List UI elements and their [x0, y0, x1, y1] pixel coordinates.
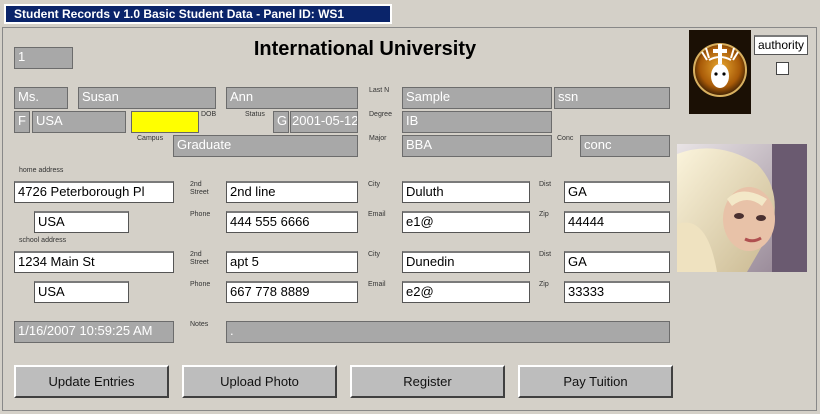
- first-name-field[interactable]: Susan: [78, 87, 216, 109]
- home-street2-label: 2nd Street: [190, 181, 209, 196]
- upload-photo-button[interactable]: Upload Photo: [182, 365, 337, 398]
- school-zip-field[interactable]: 33333: [564, 281, 670, 303]
- conc-field[interactable]: conc: [580, 135, 670, 157]
- title-field[interactable]: Ms.: [14, 87, 68, 109]
- home-zip-label: Zip: [539, 211, 549, 218]
- dob-label: DOB: [201, 111, 217, 118]
- middle-name-field[interactable]: Ann: [226, 87, 358, 109]
- student-records-window: Student Records v 1.0 Basic Student Data…: [0, 0, 820, 414]
- update-entries-button[interactable]: Update Entries: [14, 365, 169, 398]
- school-city-label: City: [368, 251, 381, 258]
- major-field[interactable]: BBA: [402, 135, 552, 157]
- school-phone-label: Phone: [190, 281, 211, 288]
- school-email-field[interactable]: e2@: [402, 281, 530, 303]
- campus-field[interactable]: Graduate: [173, 135, 358, 157]
- dob-field[interactable]: [131, 111, 199, 133]
- conc-label: Conc: [557, 135, 574, 142]
- record-number: 1: [14, 47, 73, 69]
- home-zip-field[interactable]: 44444: [564, 211, 670, 233]
- date-field[interactable]: 2001-05-12: [290, 111, 358, 133]
- school-zip-label: Zip: [539, 281, 549, 288]
- school-address-label: school address: [19, 237, 67, 244]
- home-phone-label: Phone: [190, 211, 211, 218]
- home-dist-label: Dist: [539, 181, 552, 188]
- last-name-label: Last N: [369, 87, 390, 94]
- notes-label: Notes: [190, 321, 209, 328]
- campus-label: Campus: [137, 135, 164, 142]
- timestamp-field: 1/16/2007 10:59:25 AM: [14, 321, 174, 343]
- home-city-field[interactable]: Duluth: [402, 181, 530, 203]
- major-label: Major: [369, 135, 387, 142]
- home-country-field[interactable]: USA: [34, 211, 129, 233]
- home-dist-field[interactable]: GA: [564, 181, 670, 203]
- school-city-field[interactable]: Dunedin: [402, 251, 530, 273]
- authority-checkbox[interactable]: [776, 62, 789, 75]
- home-email-label: Email: [368, 211, 386, 218]
- last-name-field[interactable]: Sample: [402, 87, 552, 109]
- home-phone-field[interactable]: 444 555 6666: [226, 211, 358, 233]
- school-dist-label: Dist: [539, 251, 552, 258]
- university-name: International University: [253, 38, 477, 60]
- status-field[interactable]: G: [273, 111, 289, 133]
- authority-field[interactable]: authority: [754, 35, 808, 55]
- status-label: Status: [245, 111, 265, 118]
- home-city-label: City: [368, 181, 381, 188]
- gender-field[interactable]: F: [14, 111, 30, 133]
- ssn-field[interactable]: ssn: [554, 87, 670, 109]
- register-button[interactable]: Register: [350, 365, 505, 398]
- school-email-label: Email: [368, 281, 386, 288]
- school-dist-field[interactable]: GA: [564, 251, 670, 273]
- home-street-field[interactable]: 4726 Peterborough Pl: [14, 181, 174, 203]
- school-street2-field[interactable]: apt 5: [226, 251, 358, 273]
- home-email-field[interactable]: e1@: [402, 211, 530, 233]
- notes-field[interactable]: .: [226, 321, 670, 343]
- window-title: Student Records v 1.0 Basic Student Data…: [4, 4, 392, 24]
- school-phone-field[interactable]: 667 778 8889: [226, 281, 358, 303]
- student-photo: [677, 144, 807, 272]
- home-address-label: home address: [19, 167, 64, 174]
- pay-tuition-button[interactable]: Pay Tuition: [518, 365, 673, 398]
- university-crest-logo: [689, 30, 751, 114]
- degree-field[interactable]: IB: [402, 111, 552, 133]
- degree-label: Degree: [369, 111, 392, 118]
- country-field[interactable]: USA: [32, 111, 126, 133]
- school-street2-label: 2nd Street: [190, 251, 209, 266]
- home-street2-field[interactable]: 2nd line: [226, 181, 358, 203]
- school-street-field[interactable]: 1234 Main St: [14, 251, 174, 273]
- school-country-field[interactable]: USA: [34, 281, 129, 303]
